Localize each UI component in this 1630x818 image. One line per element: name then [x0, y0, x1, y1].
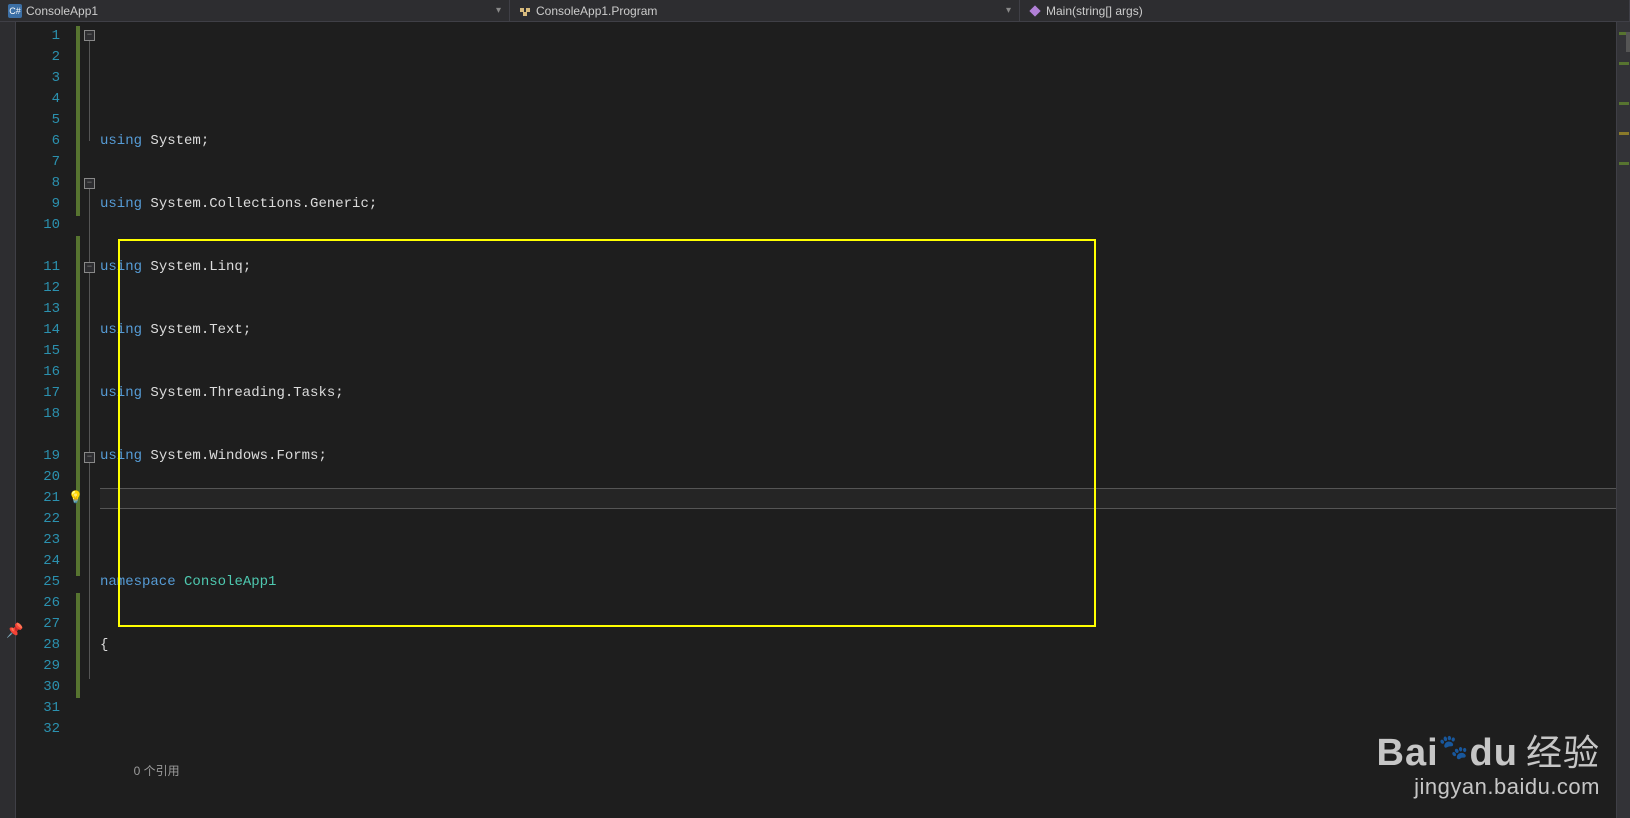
current-line-highlight — [100, 488, 1616, 509]
fold-toggle[interactable]: − — [84, 262, 95, 273]
fold-toggle[interactable]: − — [84, 178, 95, 189]
fold-toggle[interactable]: − — [84, 452, 95, 463]
line-number-gutter: 1 2 3 4 5 6 7 8 9 10 11 12 13 14 15 16 1… — [16, 22, 72, 818]
pin-icon[interactable]: 📌 — [6, 623, 23, 640]
class-icon — [518, 4, 532, 18]
crumb-file-label: ConsoleApp1 — [26, 4, 98, 18]
lightbulb-icon[interactable]: 💡 — [68, 490, 82, 504]
change-marker-column: 💡 — [72, 22, 84, 818]
csharp-file-icon: C# — [8, 4, 22, 18]
code-editor[interactable]: 1 2 3 4 5 6 7 8 9 10 11 12 13 14 15 16 1… — [16, 22, 1630, 818]
breadcrumb-bar: C# ConsoleApp1 ▾ ConsoleApp1.Program ▾ M… — [0, 0, 1630, 22]
yellow-highlight-box — [118, 239, 1096, 627]
method-icon — [1028, 4, 1042, 18]
chevron-down-icon: ▾ — [496, 5, 501, 16]
crumb-method[interactable]: Main(string[] args) — [1020, 0, 1630, 21]
fold-column: − − − − — [84, 22, 100, 818]
fold-toggle[interactable]: − — [84, 30, 95, 41]
crumb-class[interactable]: ConsoleApp1.Program ▾ — [510, 0, 1020, 21]
crumb-method-label: Main(string[] args) — [1046, 4, 1143, 18]
crumb-file[interactable]: C# ConsoleApp1 ▾ — [0, 0, 510, 21]
overview-ruler[interactable] — [1616, 22, 1630, 818]
editor-wrap: 1 2 3 4 5 6 7 8 9 10 11 12 13 14 15 16 1… — [0, 22, 1630, 818]
left-margin — [0, 22, 16, 818]
svg-text:C#: C# — [9, 6, 21, 16]
chevron-down-icon: ▾ — [1006, 5, 1011, 16]
crumb-class-label: ConsoleApp1.Program — [536, 4, 657, 18]
code-content[interactable]: using System; using System.Collections.G… — [100, 22, 1616, 818]
codelens-refs[interactable]: 0 个引用 — [134, 764, 180, 778]
